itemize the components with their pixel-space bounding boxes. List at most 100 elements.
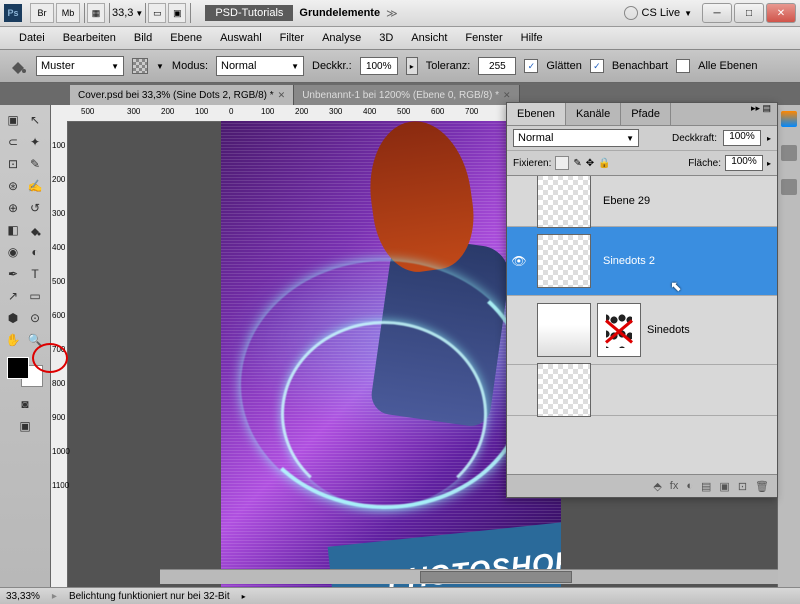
shape-tool[interactable]: ▭ xyxy=(24,285,46,307)
layer-fill-field[interactable]: 100% xyxy=(725,155,763,171)
close-icon[interactable]: ✕ xyxy=(278,90,286,101)
tolerance-field[interactable]: 255 xyxy=(478,57,516,75)
wand-tool[interactable]: ✦ xyxy=(24,131,46,153)
layout-button[interactable]: ▦ xyxy=(87,3,105,23)
menu-analyse[interactable]: Analyse xyxy=(313,32,370,44)
healing-tool[interactable]: ⊛ xyxy=(2,175,24,197)
lock-move-icon[interactable]: ✥ xyxy=(586,158,594,169)
minibridge-button[interactable]: Mb xyxy=(56,3,80,23)
layer-row[interactable]: 👁 Sinedots 2 xyxy=(507,227,777,296)
crop-tool[interactable]: ⊡ xyxy=(2,153,24,175)
lock-trans-icon[interactable] xyxy=(555,156,569,170)
type-tool[interactable]: T xyxy=(24,263,46,285)
pattern-picker[interactable] xyxy=(132,58,148,74)
lasso-tool[interactable]: ⊂ xyxy=(2,131,24,153)
move-tool[interactable]: ▣ xyxy=(2,109,24,131)
layer-name[interactable]: Sinedots xyxy=(641,324,777,336)
panel-icon[interactable] xyxy=(781,111,797,127)
fx-icon[interactable]: fx xyxy=(670,480,679,492)
layer-thumbnail[interactable] xyxy=(537,234,591,288)
newlayer-icon[interactable]: ⊡ xyxy=(738,480,747,493)
tab-pfade[interactable]: Pfade xyxy=(621,103,671,125)
menu-bild[interactable]: Bild xyxy=(125,32,161,44)
layer-name[interactable]: Sinedots 2 xyxy=(597,255,777,267)
group-icon[interactable]: ▣ xyxy=(719,480,729,493)
screenmode-tool[interactable]: ▣ xyxy=(14,415,36,437)
cslive-label[interactable]: CS Live xyxy=(642,7,681,19)
layer-opacity-field[interactable]: 100% xyxy=(723,130,761,146)
screen-button[interactable]: ▣ xyxy=(168,3,186,23)
contiguous-label: Benachbart xyxy=(612,60,668,72)
menu-ansicht[interactable]: Ansicht xyxy=(402,32,456,44)
layer-blend-dropdown[interactable]: Normal▼ xyxy=(513,129,639,147)
menu-auswahl[interactable]: Auswahl xyxy=(211,32,271,44)
fill-label: Fläche: xyxy=(688,158,721,169)
tab-unbenannt[interactable]: Unbenannt-1 bei 1200% (Ebene 0, RGB/8) *… xyxy=(294,85,519,105)
tab-ebenen[interactable]: Ebenen xyxy=(507,103,566,125)
trash-icon[interactable]: 🗑 xyxy=(755,480,769,493)
3d-tool[interactable]: ⬢ xyxy=(2,307,24,329)
layer-thumbnail[interactable] xyxy=(537,176,591,228)
workspace-section[interactable]: Grundelemente xyxy=(299,7,380,19)
stamp-tool[interactable]: ⊕ xyxy=(2,197,24,219)
menu-datei[interactable]: Datei xyxy=(10,32,54,44)
menu-hilfe[interactable]: Hilfe xyxy=(512,32,552,44)
history-tool[interactable]: ↺ xyxy=(24,197,46,219)
zoom-level[interactable]: 33,3 xyxy=(112,7,133,19)
eyedropper-tool[interactable]: ✎ xyxy=(24,153,46,175)
minimize-button[interactable]: ─ xyxy=(702,3,732,23)
layer-row[interactable]: Ebene 29 xyxy=(507,176,777,227)
antialias-checkbox[interactable]: ✓ xyxy=(524,59,538,73)
color-swatches[interactable] xyxy=(7,357,43,387)
fill-type-dropdown[interactable]: Muster▼ xyxy=(36,56,124,76)
selection-tool[interactable]: ↖ xyxy=(24,109,46,131)
workspace-tag[interactable]: PSD-Tutorials xyxy=(205,5,293,21)
visibility-toggle[interactable]: 👁 xyxy=(507,254,531,268)
hand-tool[interactable]: ✋ xyxy=(2,329,24,351)
menu-fenster[interactable]: Fenster xyxy=(456,32,511,44)
contiguous-checkbox[interactable]: ✓ xyxy=(590,59,604,73)
bridge-button[interactable]: Br xyxy=(30,3,54,23)
close-button[interactable]: ✕ xyxy=(766,3,796,23)
blend-mode-dropdown[interactable]: Normal▼ xyxy=(216,56,304,76)
3dcam-tool[interactable]: ⊙ xyxy=(24,307,46,329)
panel-icon[interactable] xyxy=(781,145,797,161)
chevron-right-icon[interactable]: ≫ xyxy=(386,7,398,20)
layer-row[interactable]: Sinedots xyxy=(507,296,777,365)
menu-filter[interactable]: Filter xyxy=(271,32,313,44)
fg-color[interactable] xyxy=(7,357,29,379)
panel-icon[interactable] xyxy=(781,179,797,195)
layer-row[interactable] xyxy=(507,365,777,416)
link-icon[interactable]: ⬘ xyxy=(653,480,661,493)
dodge-tool[interactable]: ◐ xyxy=(24,241,46,263)
opacity-flyout[interactable]: ▸ xyxy=(406,57,418,75)
horizontal-scrollbar[interactable] xyxy=(160,569,778,584)
layer-thumbnail[interactable] xyxy=(537,363,591,417)
pen-tool[interactable]: ✒ xyxy=(2,263,24,285)
layer-thumbnail[interactable] xyxy=(537,303,591,357)
menu-bearbeiten[interactable]: Bearbeiten xyxy=(54,32,125,44)
tab-cover[interactable]: Cover.psd bei 33,3% (Sine Dots 2, RGB/8)… xyxy=(70,85,294,105)
tab-kanäle[interactable]: Kanäle xyxy=(566,103,621,125)
eraser-tool[interactable]: ◧ xyxy=(2,219,24,241)
quickmask-tool[interactable]: ◙ xyxy=(14,393,36,415)
adjust-icon[interactable]: ▤ xyxy=(701,480,711,493)
menu-3d[interactable]: 3D xyxy=(370,32,402,44)
lock-paint-icon[interactable]: ✎ xyxy=(573,158,581,169)
blur-tool[interactable]: ◉ xyxy=(2,241,24,263)
lock-all-icon[interactable]: 🔒 xyxy=(598,158,610,169)
zoom-tool[interactable]: 🔍 xyxy=(24,329,46,351)
opacity-field[interactable]: 100% xyxy=(360,57,398,75)
brush-tool[interactable]: ✍ xyxy=(24,175,46,197)
view-button[interactable]: ▭ xyxy=(148,3,166,23)
path-tool[interactable]: ↗ xyxy=(2,285,24,307)
mask-icon[interactable]: ◐ xyxy=(686,480,693,492)
layer-name[interactable]: Ebene 29 xyxy=(597,195,777,207)
panel-menu-icon[interactable]: ▸▸ ▤ xyxy=(745,103,777,125)
paintbucket-tool[interactable] xyxy=(24,219,46,241)
layer-smartobj-thumbnail[interactable] xyxy=(597,303,641,357)
alllayers-checkbox[interactable]: ✓ xyxy=(676,59,690,73)
menu-ebene[interactable]: Ebene xyxy=(161,32,211,44)
close-icon[interactable]: ✕ xyxy=(503,90,511,101)
maximize-button[interactable]: □ xyxy=(734,3,764,23)
